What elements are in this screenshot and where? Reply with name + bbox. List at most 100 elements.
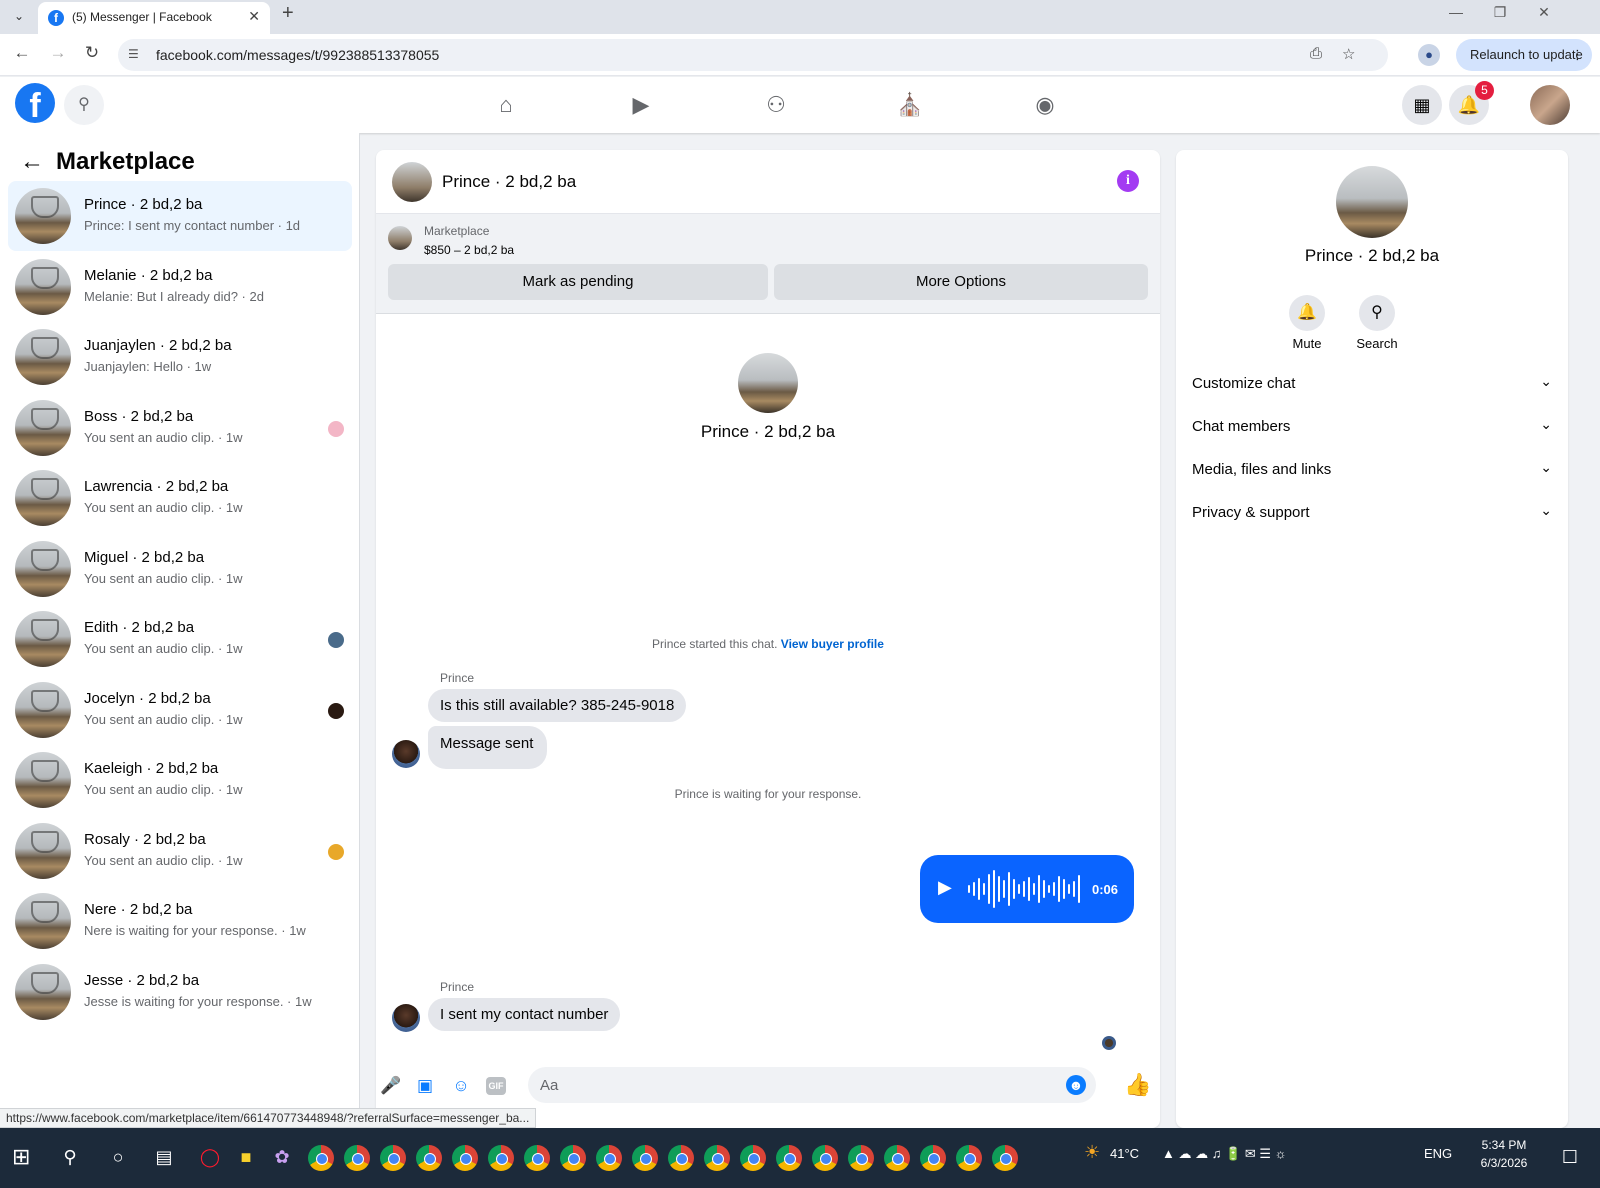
customize-chat-section[interactable]: Customize chat ⌄: [1192, 364, 1552, 404]
gif-icon[interactable]: GIF: [486, 1077, 506, 1095]
reels-icon[interactable]: ▶: [621, 85, 661, 125]
conversation-item[interactable]: Jesse · 2 bd,2 ba Jesse is waiting for yo…: [8, 957, 352, 1027]
notifications-bell-icon[interactable]: 🔔 5: [1449, 81, 1494, 125]
profile-avatar[interactable]: [1336, 166, 1408, 238]
conversation-item[interactable]: Edith · 2 bd,2 ba You sent an audio clip.…: [8, 604, 352, 674]
opera-icon[interactable]: ◯: [196, 1143, 224, 1171]
cortana-icon[interactable]: ○: [104, 1143, 132, 1171]
listing-price[interactable]: $850 – 2 bd,2 ba: [424, 243, 514, 257]
chrome-window-icon[interactable]: [452, 1145, 478, 1171]
facebook-logo-icon[interactable]: f: [15, 83, 55, 125]
marketplace-icon[interactable]: ⛪: [890, 85, 930, 125]
play-icon[interactable]: ▶: [938, 877, 952, 898]
privacy-support-section[interactable]: Privacy & support ⌄: [1192, 493, 1552, 533]
chat-members-section[interactable]: Chat members ⌄: [1192, 407, 1552, 447]
thumbs-up-icon[interactable]: 👍: [1124, 1072, 1151, 1098]
install-app-icon[interactable]: ⎙: [1310, 45, 1322, 62]
friends-icon[interactable]: ⚇: [756, 85, 796, 125]
weather-icon[interactable]: ☀: [1084, 1142, 1100, 1163]
conversation-item[interactable]: Rosaly · 2 bd,2 ba You sent an audio clip…: [8, 816, 352, 886]
relaunch-button[interactable]: Relaunch to update ⋮: [1456, 39, 1592, 71]
chrome-window-icon[interactable]: [992, 1145, 1018, 1171]
back-arrow-icon[interactable]: ←: [20, 148, 56, 176]
home-icon[interactable]: ⌂: [486, 85, 526, 125]
conversation-item[interactable]: Nere · 2 bd,2 ba Nere is waiting for your…: [8, 886, 352, 956]
minimize-button[interactable]: —: [1436, 4, 1476, 20]
tray-icons[interactable]: ▲ ☁ ☁ ♫ 🔋 ✉ ☰ ☼: [1162, 1146, 1287, 1162]
chrome-window-icon[interactable]: [596, 1145, 622, 1171]
conversation-item[interactable]: Miguel · 2 bd,2 ba You sent an audio clip…: [8, 534, 352, 604]
conversation-item[interactable]: Melanie · 2 bd,2 ba Melanie: But I alread…: [8, 252, 352, 322]
photo-icon[interactable]: ▣: [414, 1075, 436, 1097]
action-center-icon[interactable]: ☐: [1556, 1143, 1584, 1171]
chrome-window-icon[interactable]: [704, 1145, 730, 1171]
new-tab-button[interactable]: +: [282, 2, 294, 25]
forward-button[interactable]: →: [46, 43, 70, 63]
conversation-item[interactable]: Prince · 2 bd,2 ba Prince: I sent my cont…: [8, 181, 352, 251]
reload-button[interactable]: ↻: [80, 43, 104, 63]
back-button[interactable]: ←: [10, 43, 34, 63]
paint-icon[interactable]: ✿: [268, 1143, 296, 1171]
system-clock[interactable]: 5:34 PM 6/3/2026: [1464, 1136, 1544, 1172]
windows-start-icon[interactable]: ⊞: [12, 1144, 30, 1170]
chrome-window-icon[interactable]: [632, 1145, 658, 1171]
search-icon[interactable]: ⚲: [64, 85, 104, 125]
sticky-notes-icon[interactable]: ■: [232, 1143, 260, 1171]
conversation-item[interactable]: Kaeleigh · 2 bd,2 ba You sent an audio cl…: [8, 745, 352, 815]
mute-button[interactable]: 🔔 Mute: [1277, 295, 1337, 351]
chat-title[interactable]: Prince · 2 bd,2 ba: [442, 172, 576, 192]
chrome-window-icon[interactable]: [416, 1145, 442, 1171]
account-avatar[interactable]: [1530, 85, 1570, 125]
media-files-links-section[interactable]: Media, files and links ⌄: [1192, 450, 1552, 490]
sender-avatar[interactable]: [392, 1004, 420, 1032]
mark-as-pending-button[interactable]: Mark as pending: [388, 264, 768, 300]
microphone-icon[interactable]: 🎤: [380, 1075, 402, 1097]
tab-search-button[interactable]: ⌄: [6, 4, 32, 28]
kebab-menu-icon[interactable]: ⋮: [1571, 39, 1584, 71]
conversation-item[interactable]: Juanjaylen · 2 bd,2 ba Juanjaylen: Hello …: [8, 322, 352, 392]
info-icon[interactable]: i: [1117, 170, 1139, 192]
chrome-window-icon[interactable]: [848, 1145, 874, 1171]
chrome-window-icon[interactable]: [380, 1145, 406, 1171]
chrome-window-icon[interactable]: [344, 1145, 370, 1171]
chrome-window-icon[interactable]: [776, 1145, 802, 1171]
taskbar-search-icon[interactable]: ⚲: [56, 1143, 84, 1171]
message-input[interactable]: [528, 1067, 1096, 1103]
menu-grid-icon[interactable]: ▦: [1402, 85, 1442, 125]
browser-profile-icon[interactable]: ●: [1418, 44, 1440, 66]
chrome-window-icon[interactable]: [812, 1145, 838, 1171]
chat-avatar[interactable]: [392, 162, 432, 202]
chrome-window-icon[interactable]: [668, 1145, 694, 1171]
task-view-icon[interactable]: ▤: [150, 1143, 178, 1171]
search-button[interactable]: ⚲ Search: [1347, 295, 1407, 351]
sticker-icon[interactable]: ☺: [450, 1075, 472, 1097]
close-tab-icon[interactable]: ✕: [248, 8, 260, 25]
listing-thumbnail[interactable]: [388, 226, 412, 250]
view-buyer-profile-link[interactable]: View buyer profile: [781, 637, 884, 651]
chrome-window-icon[interactable]: [920, 1145, 946, 1171]
maximize-button[interactable]: ❐: [1480, 4, 1520, 21]
incoming-message[interactable]: I sent my contact number: [428, 998, 621, 1031]
chrome-window-icon[interactable]: [884, 1145, 910, 1171]
conversation-item[interactable]: Jocelyn · 2 bd,2 ba You sent an audio cli…: [8, 675, 352, 745]
url-field[interactable]: ☰ facebook.com/messages/t/99238851337805…: [118, 39, 1388, 71]
browser-tab[interactable]: f (5) Messenger | Facebook ✕: [38, 2, 270, 34]
chrome-window-icon[interactable]: [488, 1145, 514, 1171]
chrome-window-icon[interactable]: [560, 1145, 586, 1171]
conversation-item[interactable]: Lawrencia · 2 bd,2 ba You sent an audio c…: [8, 463, 352, 533]
audio-message[interactable]: ▶ 0:06: [920, 855, 1134, 923]
close-window-button[interactable]: ✕: [1524, 4, 1564, 21]
site-info-icon[interactable]: ☰: [128, 47, 139, 61]
sender-avatar[interactable]: [392, 740, 420, 768]
chrome-window-icon[interactable]: [524, 1145, 550, 1171]
chrome-window-icon[interactable]: [956, 1145, 982, 1171]
more-options-button[interactable]: More Options: [774, 264, 1148, 300]
conversation-item[interactable]: Boss · 2 bd,2 ba You sent an audio clip. …: [8, 393, 352, 463]
emoji-icon[interactable]: ☻: [1066, 1075, 1086, 1095]
chrome-window-icon[interactable]: [740, 1145, 766, 1171]
groups-icon[interactable]: ◉: [1025, 85, 1065, 125]
incoming-message[interactable]: Message sent: [428, 726, 548, 769]
language-indicator[interactable]: ENG: [1424, 1146, 1452, 1161]
bookmark-star-icon[interactable]: ☆: [1342, 45, 1355, 63]
temperature[interactable]: 41°C: [1110, 1146, 1139, 1161]
